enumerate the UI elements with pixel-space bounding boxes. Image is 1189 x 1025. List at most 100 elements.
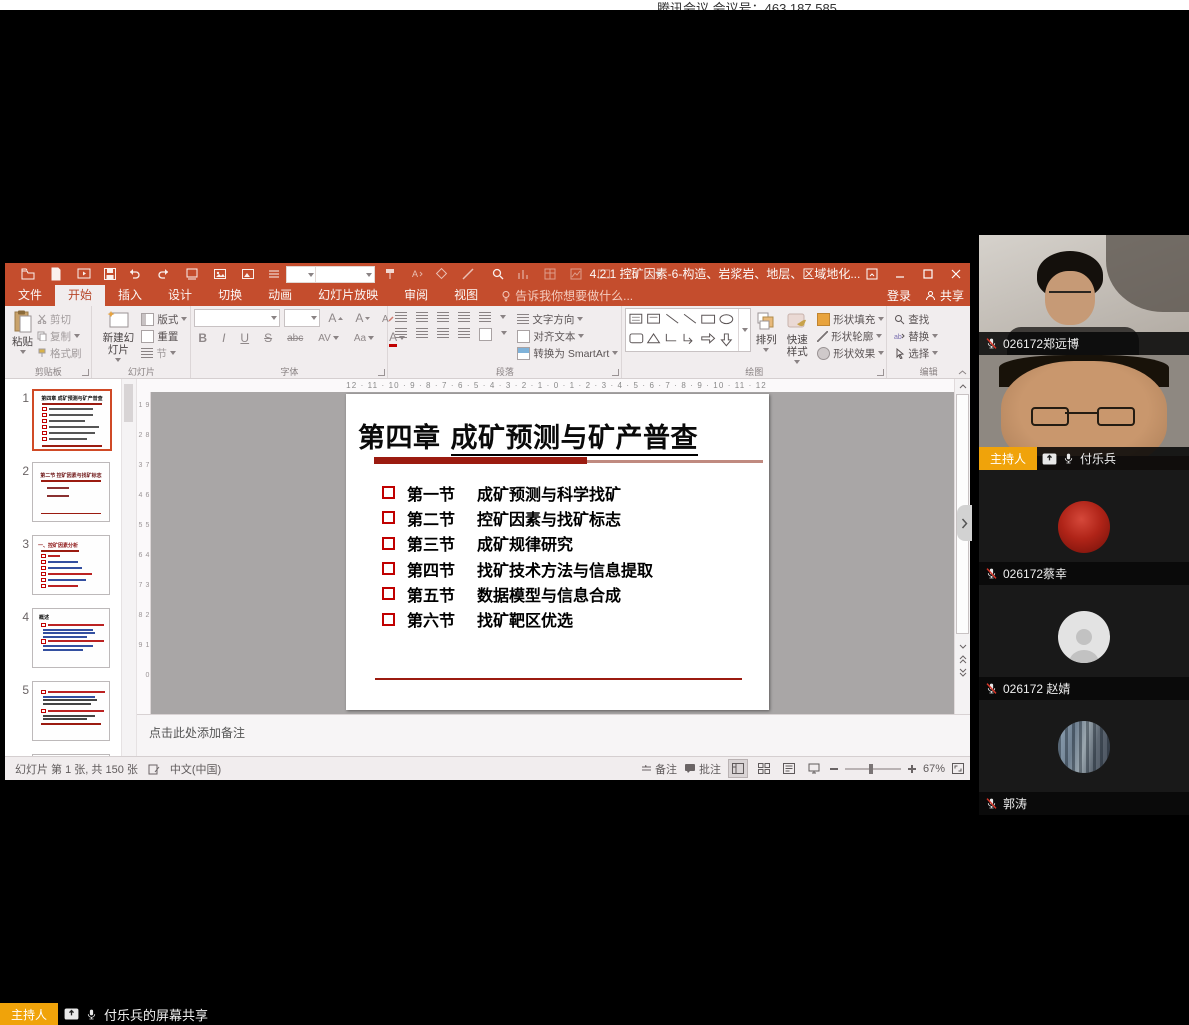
video-tile-2[interactable]: 主持人 付乐兵 xyxy=(979,355,1189,470)
language-indicator[interactable]: 中文(中国) xyxy=(170,761,221,777)
shape-outline-icon[interactable] xyxy=(461,267,475,281)
slide-counter[interactable]: 幻灯片 第 1 张, 共 150 张 xyxy=(15,761,138,777)
redo-icon[interactable] xyxy=(157,267,171,281)
shape-effects-button[interactable]: 形状效果 xyxy=(817,345,884,361)
collapse-sidebar-handle[interactable] xyxy=(957,505,972,541)
zoom-level[interactable]: 67% xyxy=(923,763,945,775)
slide-1[interactable]: 第四章成矿预测与矿产普查 第一节成矿预测与科学找矿 第二节控矿因素与找矿标志 第… xyxy=(346,394,769,710)
character-spacing-button[interactable]: AV xyxy=(314,333,343,344)
italic-button[interactable]: I xyxy=(218,331,229,345)
proofing-icon[interactable] xyxy=(148,763,160,775)
search-icon[interactable] xyxy=(491,267,505,281)
shapes-gallery-more[interactable] xyxy=(738,309,750,351)
share-button[interactable]: 共享 xyxy=(925,287,964,304)
collapse-ribbon-button[interactable] xyxy=(958,369,967,376)
shape-outline-button[interactable]: 形状轮廓 xyxy=(817,328,884,344)
replace-button[interactable]: ab替换 xyxy=(894,328,938,344)
font-size-combo[interactable] xyxy=(284,309,320,327)
paragraph-dialog-launcher[interactable] xyxy=(612,369,619,376)
ribbon-display-options-button[interactable] xyxy=(858,263,886,285)
minimize-button[interactable] xyxy=(886,263,914,285)
slideshow-view-button[interactable] xyxy=(805,760,823,777)
next-slide-button[interactable] xyxy=(956,666,969,679)
change-case-button[interactable]: Aa xyxy=(350,333,378,344)
horizontal-ruler[interactable]: 12 · 11 · 10 · 9 · 8 · 7 · 6 · 5 · 4 · 3… xyxy=(137,379,955,393)
video-tile-4[interactable]: 026172 赵婧 xyxy=(979,585,1189,700)
fit-to-window-icon[interactable] xyxy=(952,763,964,774)
font-dialog-launcher[interactable] xyxy=(378,369,385,376)
decrease-indent-button[interactable] xyxy=(437,312,449,322)
paste-button[interactable]: 粘贴 xyxy=(8,308,37,356)
notes-toggle-button[interactable]: 备注 xyxy=(641,761,677,777)
scroll-down-icon[interactable] xyxy=(956,640,969,653)
close-button[interactable] xyxy=(942,263,970,285)
tab-slideshow[interactable]: 幻灯片放映 xyxy=(305,285,391,306)
align-text-button[interactable]: 对齐文本 xyxy=(517,328,618,344)
align-center-button[interactable] xyxy=(416,328,428,338)
maximize-button[interactable] xyxy=(914,263,942,285)
bullets-button[interactable] xyxy=(395,312,407,322)
reset-button[interactable]: 重置 xyxy=(141,328,187,344)
format-painter-button[interactable]: 格式刷 xyxy=(37,345,82,361)
start-slideshow-icon[interactable] xyxy=(77,267,91,281)
shrink-font-button[interactable]: A xyxy=(351,311,374,325)
new-slide-button[interactable]: 新建幻灯片 xyxy=(95,308,141,364)
previous-slide-button[interactable] xyxy=(956,653,969,666)
font-name-combo[interactable] xyxy=(194,309,280,327)
drawing-dialog-launcher[interactable] xyxy=(877,369,884,376)
screenshot-icon[interactable] xyxy=(241,267,255,281)
list-icon[interactable] xyxy=(267,267,281,281)
print-preview-icon[interactable] xyxy=(185,267,199,281)
increase-indent-button[interactable] xyxy=(458,312,470,322)
shapes-gallery[interactable] xyxy=(625,308,751,352)
select-button[interactable]: 选择 xyxy=(894,345,938,361)
notes-pane[interactable]: 点击此处添加备注 xyxy=(137,714,970,757)
tab-view[interactable]: 视图 xyxy=(441,285,491,306)
arrange-button[interactable]: 排列 xyxy=(751,308,781,354)
normal-view-button[interactable] xyxy=(728,759,748,778)
chart-icon[interactable] xyxy=(517,267,531,281)
text-shadow-button[interactable]: abc xyxy=(283,333,307,344)
open-folder-icon[interactable] xyxy=(21,267,35,281)
slide-canvas[interactable]: 第四章成矿预测与矿产普查 第一节成矿预测与科学找矿 第二节控矿因素与找矿标志 第… xyxy=(151,392,955,714)
format-painter-icon[interactable] xyxy=(383,267,397,281)
numbering-button[interactable] xyxy=(416,312,428,322)
copy-button[interactable]: 复制 xyxy=(37,328,82,344)
convert-smartart-button[interactable]: 转换为 SmartArt xyxy=(517,345,618,361)
bold-button[interactable]: B xyxy=(194,331,211,345)
video-tile-3[interactable]: 026172蔡幸 xyxy=(979,470,1189,585)
tab-file[interactable]: 文件 xyxy=(5,285,55,306)
layout-button[interactable]: 版式 xyxy=(141,311,187,327)
comments-toggle-button[interactable]: 批注 xyxy=(684,761,721,777)
scroll-up-icon[interactable] xyxy=(956,379,969,392)
line-spacing-button[interactable] xyxy=(479,312,491,322)
tab-insert[interactable]: 插入 xyxy=(105,285,155,306)
slide-scrollbar[interactable] xyxy=(954,379,970,714)
clipboard-dialog-launcher[interactable] xyxy=(82,369,89,376)
picture-icon[interactable] xyxy=(213,267,227,281)
align-left-button[interactable] xyxy=(395,328,407,338)
tab-home[interactable]: 开始 xyxy=(55,285,105,306)
cut-button[interactable]: 剪切 xyxy=(37,311,82,327)
align-right-button[interactable] xyxy=(437,328,449,338)
vertical-ruler[interactable]: 9 8 7 6 5 4 3 2 1 0 1 2 3 4 5 6 7 8 9 xyxy=(137,392,151,714)
zoom-slider[interactable] xyxy=(845,768,901,770)
tell-me-box[interactable]: 告诉我你想要做什么... xyxy=(491,285,643,306)
font-color-icon[interactable]: A xyxy=(409,267,423,281)
section-button[interactable]: 节 xyxy=(141,345,187,361)
find-button[interactable]: 查找 xyxy=(894,311,938,327)
thumbnail-scrollbar[interactable] xyxy=(121,379,137,757)
reading-view-button[interactable] xyxy=(780,760,798,777)
new-file-icon[interactable] xyxy=(49,267,63,281)
underline-button[interactable]: U xyxy=(236,331,253,345)
quick-styles-button[interactable]: 快速样式 xyxy=(781,308,813,366)
video-tile-1[interactable]: 026172郑远博 xyxy=(979,235,1189,355)
justify-button[interactable] xyxy=(458,328,470,338)
strikethrough-button[interactable]: S xyxy=(260,331,276,345)
save-icon[interactable] xyxy=(103,267,117,281)
qat-font-size-combo[interactable] xyxy=(315,266,375,283)
slide-sorter-view-button[interactable] xyxy=(755,760,773,777)
sign-in-link[interactable]: 登录 xyxy=(887,287,911,304)
zoom-slider-thumb[interactable] xyxy=(869,764,873,774)
undo-icon[interactable] xyxy=(127,267,141,281)
